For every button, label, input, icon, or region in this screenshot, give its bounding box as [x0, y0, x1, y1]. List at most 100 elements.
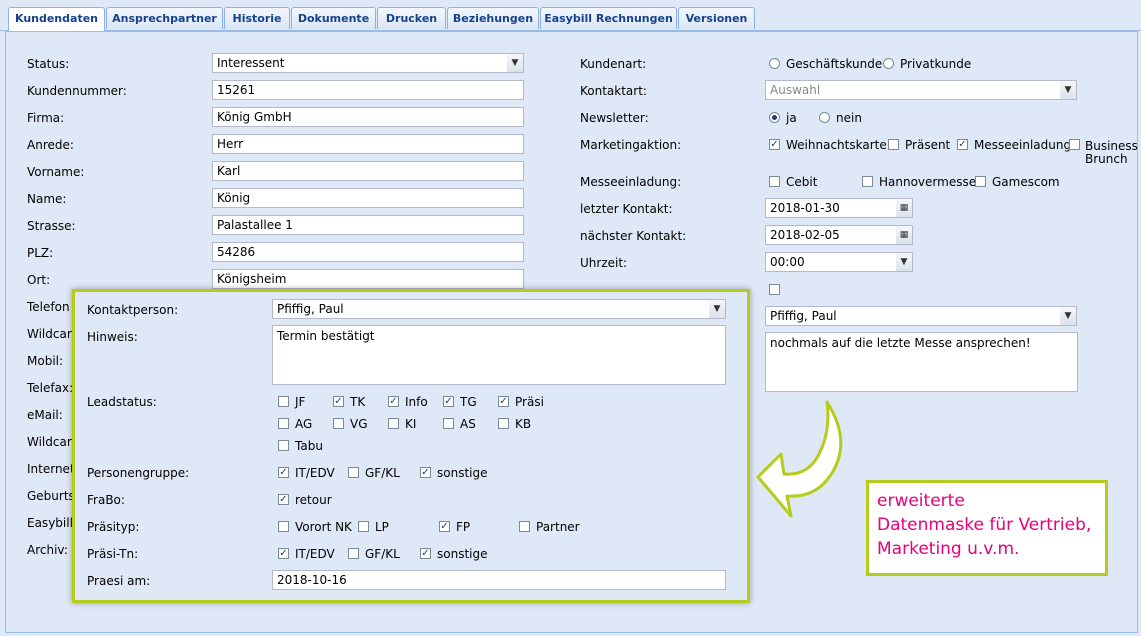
calendar-icon[interactable]: ▦ [896, 198, 913, 218]
lead-as-label: AS [460, 417, 476, 431]
kundennummer-field[interactable]: 15261 [212, 80, 524, 100]
kontaktperson-dropdown-trigger-bg[interactable]: ▼ [1060, 306, 1077, 326]
uhrzeit-dropdown-trigger[interactable]: ▼ [896, 252, 913, 272]
tab-dokumente[interactable]: Dokumente [291, 7, 376, 29]
pg-sonstige-label: sonstige [437, 466, 488, 480]
ort-label: Ort: [27, 273, 51, 287]
kundenart-label: Kundenart: [580, 57, 647, 71]
kundennummer-label: Kundennummer: [27, 84, 127, 98]
weihnachtskarte-checkbox[interactable]: ✓ [769, 139, 780, 150]
tn-sonstige-checkbox[interactable]: ✓ [420, 548, 431, 559]
praesi-am-label: Praesi am: [87, 574, 151, 588]
gamescom-checkbox[interactable] [975, 176, 986, 187]
pt-vorort-label: Vorort NK [295, 520, 352, 534]
lead-kb-label: KB [515, 417, 532, 431]
vorname-field[interactable]: Karl [212, 161, 524, 181]
lead-vg-checkbox[interactable] [333, 418, 344, 429]
lead-vg-label: VG [350, 417, 368, 431]
lead-ag-checkbox[interactable] [278, 418, 289, 429]
hannovermesse-checkbox[interactable] [862, 176, 873, 187]
tab-versionen[interactable]: Versionen [678, 7, 755, 29]
pg-gf-kl-checkbox[interactable] [348, 467, 359, 478]
praesityp-label: Präsityp: [87, 520, 140, 534]
tn-it-edv-checkbox[interactable]: ✓ [278, 548, 289, 559]
hinweis-textarea[interactable]: Termin bestätigt [272, 325, 726, 385]
uhrzeit-label: Uhrzeit: [580, 256, 628, 270]
geschaeftskunde-radio[interactable] [769, 58, 780, 69]
letzter-kontakt-date[interactable]: 2018-01-30 [765, 198, 897, 218]
lead-info-checkbox[interactable]: ✓ [388, 396, 399, 407]
callout-line: erweiterte [877, 491, 965, 511]
status-dropdown-trigger[interactable]: ▼ [507, 53, 524, 73]
uhrzeit-select[interactable]: 00:00 [765, 252, 897, 272]
praesi-tn-label: Präsi-Tn: [87, 547, 139, 561]
lead-as-checkbox[interactable] [443, 418, 454, 429]
tab-kundendaten[interactable]: Kundendaten [8, 7, 105, 31]
lead-tk-label: TK [350, 395, 366, 409]
kontaktart-dropdown-trigger[interactable]: ▼ [1060, 80, 1077, 100]
hinweis-textarea-bg[interactable]: nochmals auf die letzte Messe ansprechen… [765, 332, 1078, 392]
chevron-down-icon: ▼ [1064, 311, 1072, 321]
kontaktperson-select-bg[interactable]: Pfiffig, Paul [765, 306, 1061, 326]
messeeinladung-checkbox[interactable]: ✓ [957, 139, 968, 150]
tn-gf-kl-label: GF/KL [365, 547, 400, 561]
lead-jf-checkbox[interactable] [278, 396, 289, 407]
pg-it-edv-checkbox[interactable]: ✓ [278, 467, 289, 478]
praesent-checkbox[interactable] [888, 139, 899, 150]
lead-tabu-checkbox[interactable] [278, 440, 289, 451]
frabo-retour-label: retour [295, 493, 332, 507]
letzter-kontakt-label: letzter Kontakt: [580, 202, 673, 216]
name-field[interactable]: König [212, 188, 524, 208]
pg-it-edv-label: IT/EDV [295, 466, 335, 480]
cebit-checkbox[interactable] [769, 176, 780, 187]
tab-ansprechpartner[interactable]: Ansprechpartner [106, 7, 223, 29]
kontaktperson-select[interactable]: Pfiffig, Paul [272, 299, 710, 319]
pt-lp-checkbox[interactable] [358, 521, 369, 532]
ort-field[interactable]: Königsheim [212, 269, 524, 289]
tab-historie[interactable]: Historie [224, 7, 290, 29]
tab-drucken[interactable]: Drucken [377, 7, 446, 29]
name-label: Name: [27, 192, 67, 206]
anrede-field[interactable]: Herr [212, 134, 524, 154]
lead-praesi-checkbox[interactable]: ✓ [498, 396, 509, 407]
strasse-field[interactable]: Palastallee 1 [212, 215, 524, 235]
chevron-down-icon: ▼ [511, 58, 519, 68]
lead-ag-label: AG [295, 417, 313, 431]
callout-box: erweiterte Datenmaske für Vertrieb, Mark… [866, 480, 1108, 576]
lead-ki-label: KI [405, 417, 417, 431]
messeeinladung-label: Messeeinladung: [580, 175, 682, 189]
tab-beziehungen[interactable]: Beziehungen [447, 7, 539, 29]
tab-easybill-rechnungen[interactable]: Easybill Rechnungen [540, 7, 677, 29]
geburts-label: Geburts [27, 489, 75, 503]
lead-tg-checkbox[interactable]: ✓ [443, 396, 454, 407]
status-select[interactable]: Interessent [212, 53, 508, 73]
lead-ki-checkbox[interactable] [388, 418, 399, 429]
erinnerung-checkbox[interactable] [769, 284, 780, 295]
plz-field[interactable]: 54286 [212, 242, 524, 262]
pt-fp-checkbox[interactable]: ✓ [439, 521, 450, 532]
kontaktperson-dropdown-trigger[interactable]: ▼ [709, 299, 726, 319]
lead-tk-checkbox[interactable]: ✓ [333, 396, 344, 407]
lead-kb-checkbox[interactable] [498, 418, 509, 429]
calendar-icon[interactable]: ▦ [896, 225, 913, 245]
newsletter-ja-radio[interactable] [769, 112, 780, 123]
pt-fp-label: FP [456, 520, 471, 534]
chevron-down-icon: ▼ [713, 304, 721, 314]
naechster-kontakt-label: nächster Kontakt: [580, 229, 687, 243]
tn-gf-kl-checkbox[interactable] [348, 548, 359, 559]
frabo-retour-checkbox[interactable]: ✓ [278, 494, 289, 505]
privatkunde-radio[interactable] [883, 58, 894, 69]
pt-vorort-checkbox[interactable] [278, 521, 289, 532]
newsletter-nein-radio[interactable] [819, 112, 830, 123]
anrede-label: Anrede: [27, 138, 74, 152]
pt-partner-checkbox[interactable] [519, 521, 530, 532]
hinweis-label: Hinweis: [87, 330, 138, 344]
naechster-kontakt-date[interactable]: 2018-02-05 [765, 225, 897, 245]
business-brunch-checkbox[interactable] [1069, 139, 1080, 150]
firma-field[interactable]: König GmbH [212, 107, 524, 127]
kontaktart-select[interactable]: Auswahl [765, 80, 1061, 100]
praesi-am-field[interactable]: 2018-10-16 [272, 570, 726, 590]
newsletter-label: Newsletter: [580, 111, 649, 125]
tab-bar: Kundendaten Ansprechpartner Historie Dok… [0, 0, 1141, 31]
pg-sonstige-checkbox[interactable]: ✓ [420, 467, 431, 478]
